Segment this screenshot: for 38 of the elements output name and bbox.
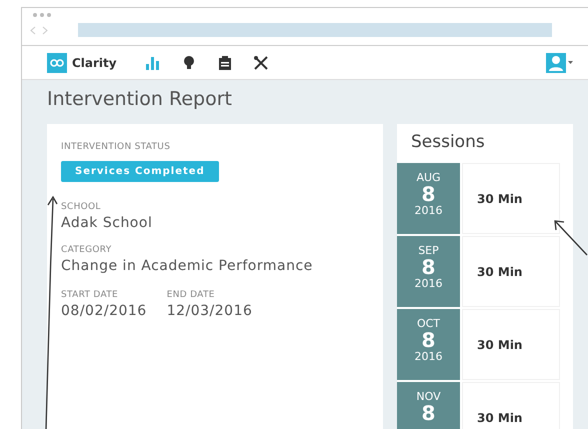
field-label: END DATE [166,290,216,300]
field-value: Adak School [61,215,154,231]
field-label: SCHOOL [61,202,102,212]
page-title: Intervention Report [47,88,233,112]
window-dots-icon [32,12,54,18]
field-value: Change in Academic Performance [61,258,314,274]
date-year: 2016 [414,350,442,363]
date-year: 2016 [414,204,442,217]
date-month: AUG [416,171,441,184]
field-label: INTERVENTION STATUS [61,142,172,152]
date-month: OCT [416,317,440,330]
clipboard-icon[interactable] [216,54,233,70]
tools-icon[interactable] [252,54,269,70]
date-year: 2016 [414,277,442,290]
annotation-arrow [554,220,588,256]
date-day: 8 [422,257,436,277]
date-day: 8 [422,403,436,423]
forward-icon[interactable] [42,26,48,34]
logo-icon [47,52,67,72]
status-badge: Services Completed [61,161,219,182]
session-item[interactable]: 30 Min [462,163,560,234]
date-day: 8 [422,330,436,350]
field-value: 08/02/2016 [61,303,147,319]
session-item[interactable]: 30 Min [462,382,560,429]
date-month: NOV [416,390,441,403]
panel-title: Sessions [410,131,486,154]
back-icon[interactable] [30,26,36,34]
avatar-icon[interactable] [546,52,566,72]
date-month: SEP [418,244,439,257]
caret-icon[interactable] [568,61,573,64]
app-name: Clarity [72,56,117,70]
bar-chart-icon[interactable] [144,54,161,70]
field-label: CATEGORY [61,245,113,255]
field-label: START DATE [61,290,120,300]
date-day: 8 [422,184,436,204]
field-value: 12/03/2016 [166,303,252,319]
session-item[interactable]: 30 Min [462,236,560,307]
session-item[interactable]: 30 Min [462,309,560,380]
